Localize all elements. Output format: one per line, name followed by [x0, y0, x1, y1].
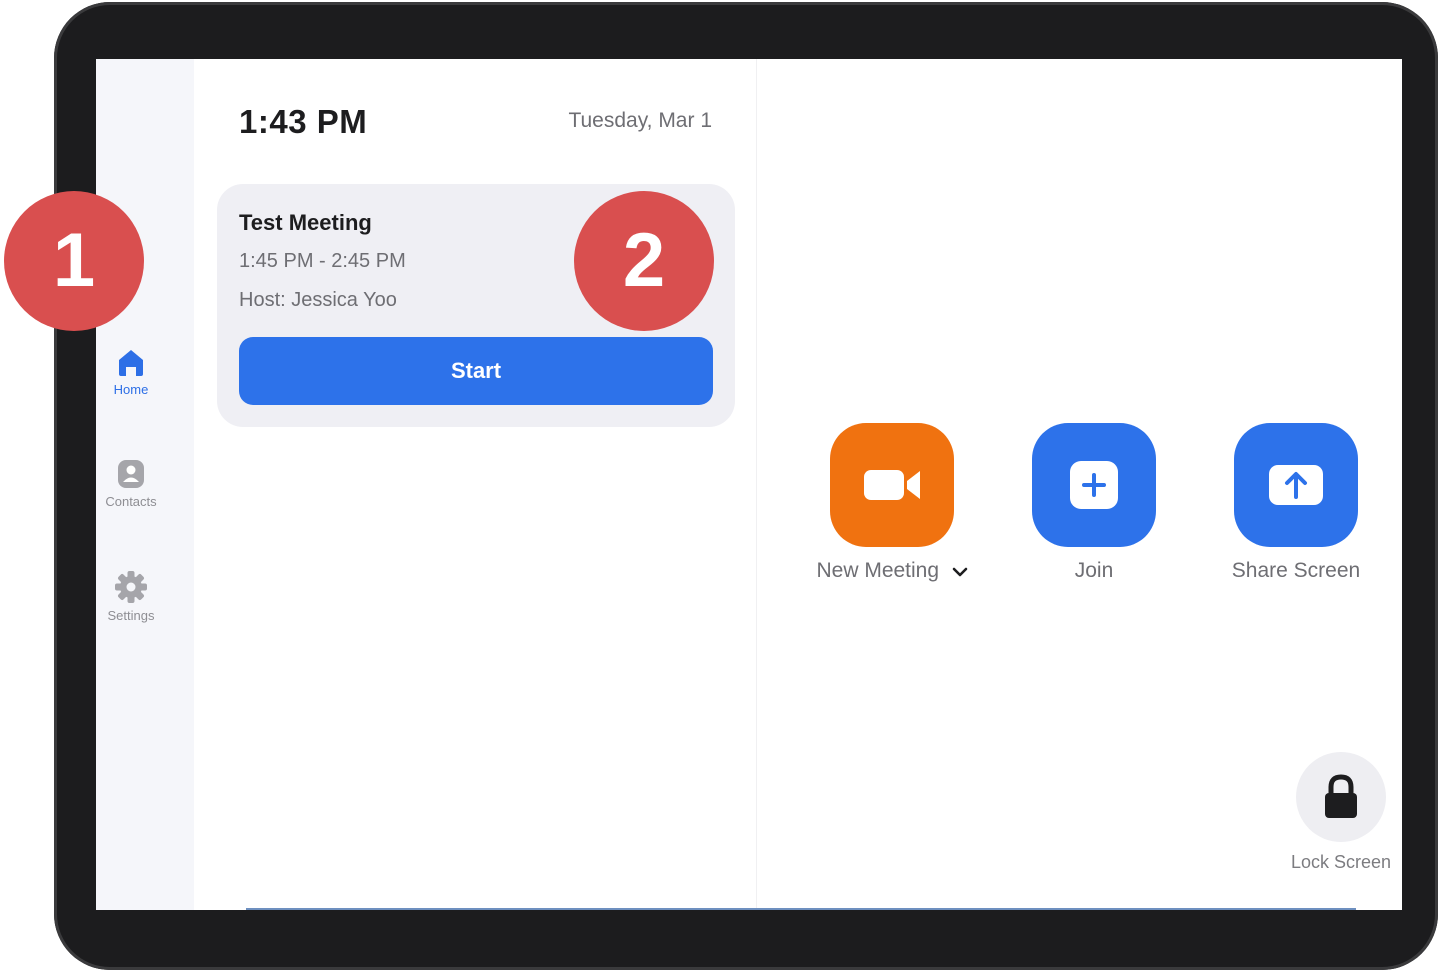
- sidebar-item-contacts[interactable]: Contacts: [96, 458, 166, 509]
- sidebar-item-label: Home: [113, 382, 149, 397]
- video-camera-icon: [864, 470, 920, 500]
- new-meeting-label: New Meeting: [816, 559, 940, 582]
- share-screen-action: Share Screen: [1196, 423, 1396, 583]
- new-meeting-action: New Meeting: [792, 423, 992, 583]
- upload-arrow-icon: [1269, 465, 1323, 505]
- join-button[interactable]: [1032, 423, 1156, 547]
- join-action: Join: [994, 423, 1194, 583]
- meeting-host: Host: Jessica Yoo: [239, 289, 397, 311]
- gear-icon: [115, 571, 147, 603]
- join-label: Join: [1074, 559, 1114, 582]
- callout-badge-1: 1: [4, 191, 144, 331]
- current-time: 1:43 PM: [239, 103, 368, 140]
- sidebar-item-label: Contacts: [105, 494, 157, 509]
- screen: Home Contacts Settings 1:43 PM Tuesday, …: [96, 59, 1402, 910]
- sidebar-item-home[interactable]: Home: [96, 346, 166, 397]
- contact-card-icon: [118, 460, 144, 488]
- share-screen-label: Share Screen: [1231, 559, 1361, 582]
- new-meeting-button[interactable]: [830, 423, 954, 547]
- home-icon: [119, 350, 143, 376]
- sidebar-item-label: Settings: [107, 608, 155, 623]
- start-meeting-button[interactable]: Start: [239, 337, 713, 405]
- share-screen-button[interactable]: [1234, 423, 1358, 547]
- panel-divider: [756, 59, 757, 910]
- sidebar: Home Contacts Settings: [96, 59, 194, 910]
- chevron-down-icon[interactable]: [952, 566, 968, 578]
- sidebar-item-settings[interactable]: Settings: [96, 570, 166, 623]
- callout-badge-2: 2: [574, 191, 714, 331]
- meeting-time-range: 1:45 PM - 2:45 PM: [239, 250, 406, 272]
- meeting-title: Test Meeting: [239, 210, 372, 235]
- lock-screen-action: Lock Screen: [1266, 752, 1402, 873]
- plus-icon: [1070, 461, 1118, 509]
- lock-icon: [1325, 774, 1357, 818]
- home-indicator-bar: [246, 908, 1356, 910]
- lock-screen-button[interactable]: [1296, 752, 1386, 842]
- lock-screen-label: Lock Screen: [1290, 852, 1392, 872]
- current-date: Tuesday, Mar 1: [568, 109, 712, 132]
